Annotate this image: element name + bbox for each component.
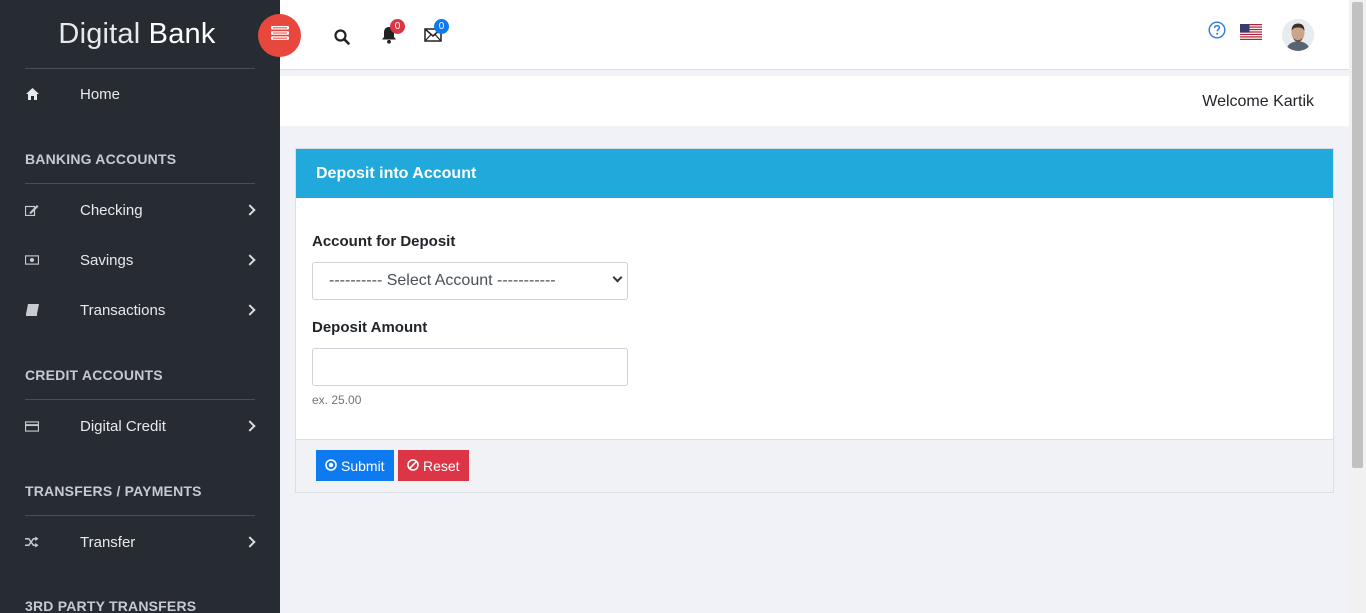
edit-icon <box>25 203 39 217</box>
welcome-bar: Welcome Kartik <box>280 76 1350 126</box>
reset-button[interactable]: Reset <box>398 450 469 481</box>
amount-label: Deposit Amount <box>312 319 428 336</box>
account-label: Account for Deposit <box>312 233 456 250</box>
section-title-banking: BANKING ACCOUNTS <box>25 151 255 184</box>
shuffle-icon <box>25 535 39 549</box>
sidebar-item-savings[interactable]: Savings <box>0 235 280 285</box>
sidebar-item-home[interactable]: Home <box>0 69 280 119</box>
brand-logo[interactable]: Digital Bank <box>25 0 255 69</box>
menu-toggle-button[interactable] <box>258 14 301 57</box>
search-icon[interactable] <box>332 27 352 47</box>
dot-circle-icon <box>325 458 337 474</box>
hamburger-icon <box>270 26 289 45</box>
card-footer: Submit Reset <box>296 439 1333 492</box>
sidebar-item-transactions[interactable]: Transactions <box>0 285 280 335</box>
sidebar-item-checking[interactable]: Checking <box>0 185 280 235</box>
sidebar-item-transfer[interactable]: Transfer <box>0 517 280 567</box>
welcome-text: Welcome Kartik <box>1202 93 1314 110</box>
submit-button[interactable]: Submit <box>316 450 394 481</box>
notification-count-badge: 0 <box>390 19 405 34</box>
home-icon <box>25 87 39 101</box>
sidebar-item-label: Savings <box>80 251 134 269</box>
deposit-amount-input[interactable] <box>312 348 628 386</box>
chevron-right-icon <box>244 254 256 266</box>
money-icon <box>25 253 39 267</box>
chevron-right-icon <box>244 204 256 216</box>
sidebar: Digital Bank Home BANKING ACCOUNTS Check… <box>0 0 280 613</box>
sidebar-item-label: Transactions <box>80 301 166 319</box>
sidebar-item-label: Checking <box>80 201 143 219</box>
amount-hint: ex. 25.00 <box>312 393 362 407</box>
sidebar-item-label: Home <box>80 85 121 103</box>
account-select-value: ---------- Select Account ----------- <box>329 272 556 289</box>
sidebar-item-label: Digital Credit <box>80 417 166 435</box>
submit-label: Submit <box>341 457 385 474</box>
brand-text-bold: Bank <box>148 17 216 50</box>
ban-icon <box>407 458 419 474</box>
help-icon[interactable] <box>1207 20 1227 40</box>
card-title: Deposit into Account <box>296 149 1333 198</box>
section-title-third-party: 3RD PARTY TRANSFERS <box>25 598 197 613</box>
notifications-button[interactable]: 0 <box>379 19 405 47</box>
message-count-badge: 0 <box>434 19 449 34</box>
us-flag-icon[interactable] <box>1240 24 1262 40</box>
section-title-transfers: TRANSFERS / PAYMENTS <box>25 483 255 516</box>
chevron-down-icon <box>612 272 623 283</box>
credit-card-icon <box>25 419 39 433</box>
account-select[interactable]: ---------- Select Account ----------- <box>312 262 628 300</box>
chevron-right-icon <box>244 304 256 316</box>
brand-text-light: Digital <box>58 17 149 50</box>
scrollbar-thumb[interactable] <box>1352 2 1363 468</box>
deposit-card: Deposit into Account Account for Deposit… <box>295 148 1334 493</box>
page-scrollbar[interactable] <box>1349 0 1366 613</box>
messages-button[interactable]: 0 <box>423 19 449 47</box>
section-title-credit: CREDIT ACCOUNTS <box>25 367 255 400</box>
sidebar-item-digital-credit[interactable]: Digital Credit <box>0 401 280 451</box>
book-icon <box>25 303 39 317</box>
reset-label: Reset <box>423 457 460 474</box>
chevron-right-icon <box>244 420 256 432</box>
chevron-right-icon <box>244 536 256 548</box>
sidebar-item-label: Transfer <box>80 533 136 551</box>
avatar[interactable] <box>1282 19 1314 51</box>
top-header: 0 0 <box>280 0 1350 70</box>
